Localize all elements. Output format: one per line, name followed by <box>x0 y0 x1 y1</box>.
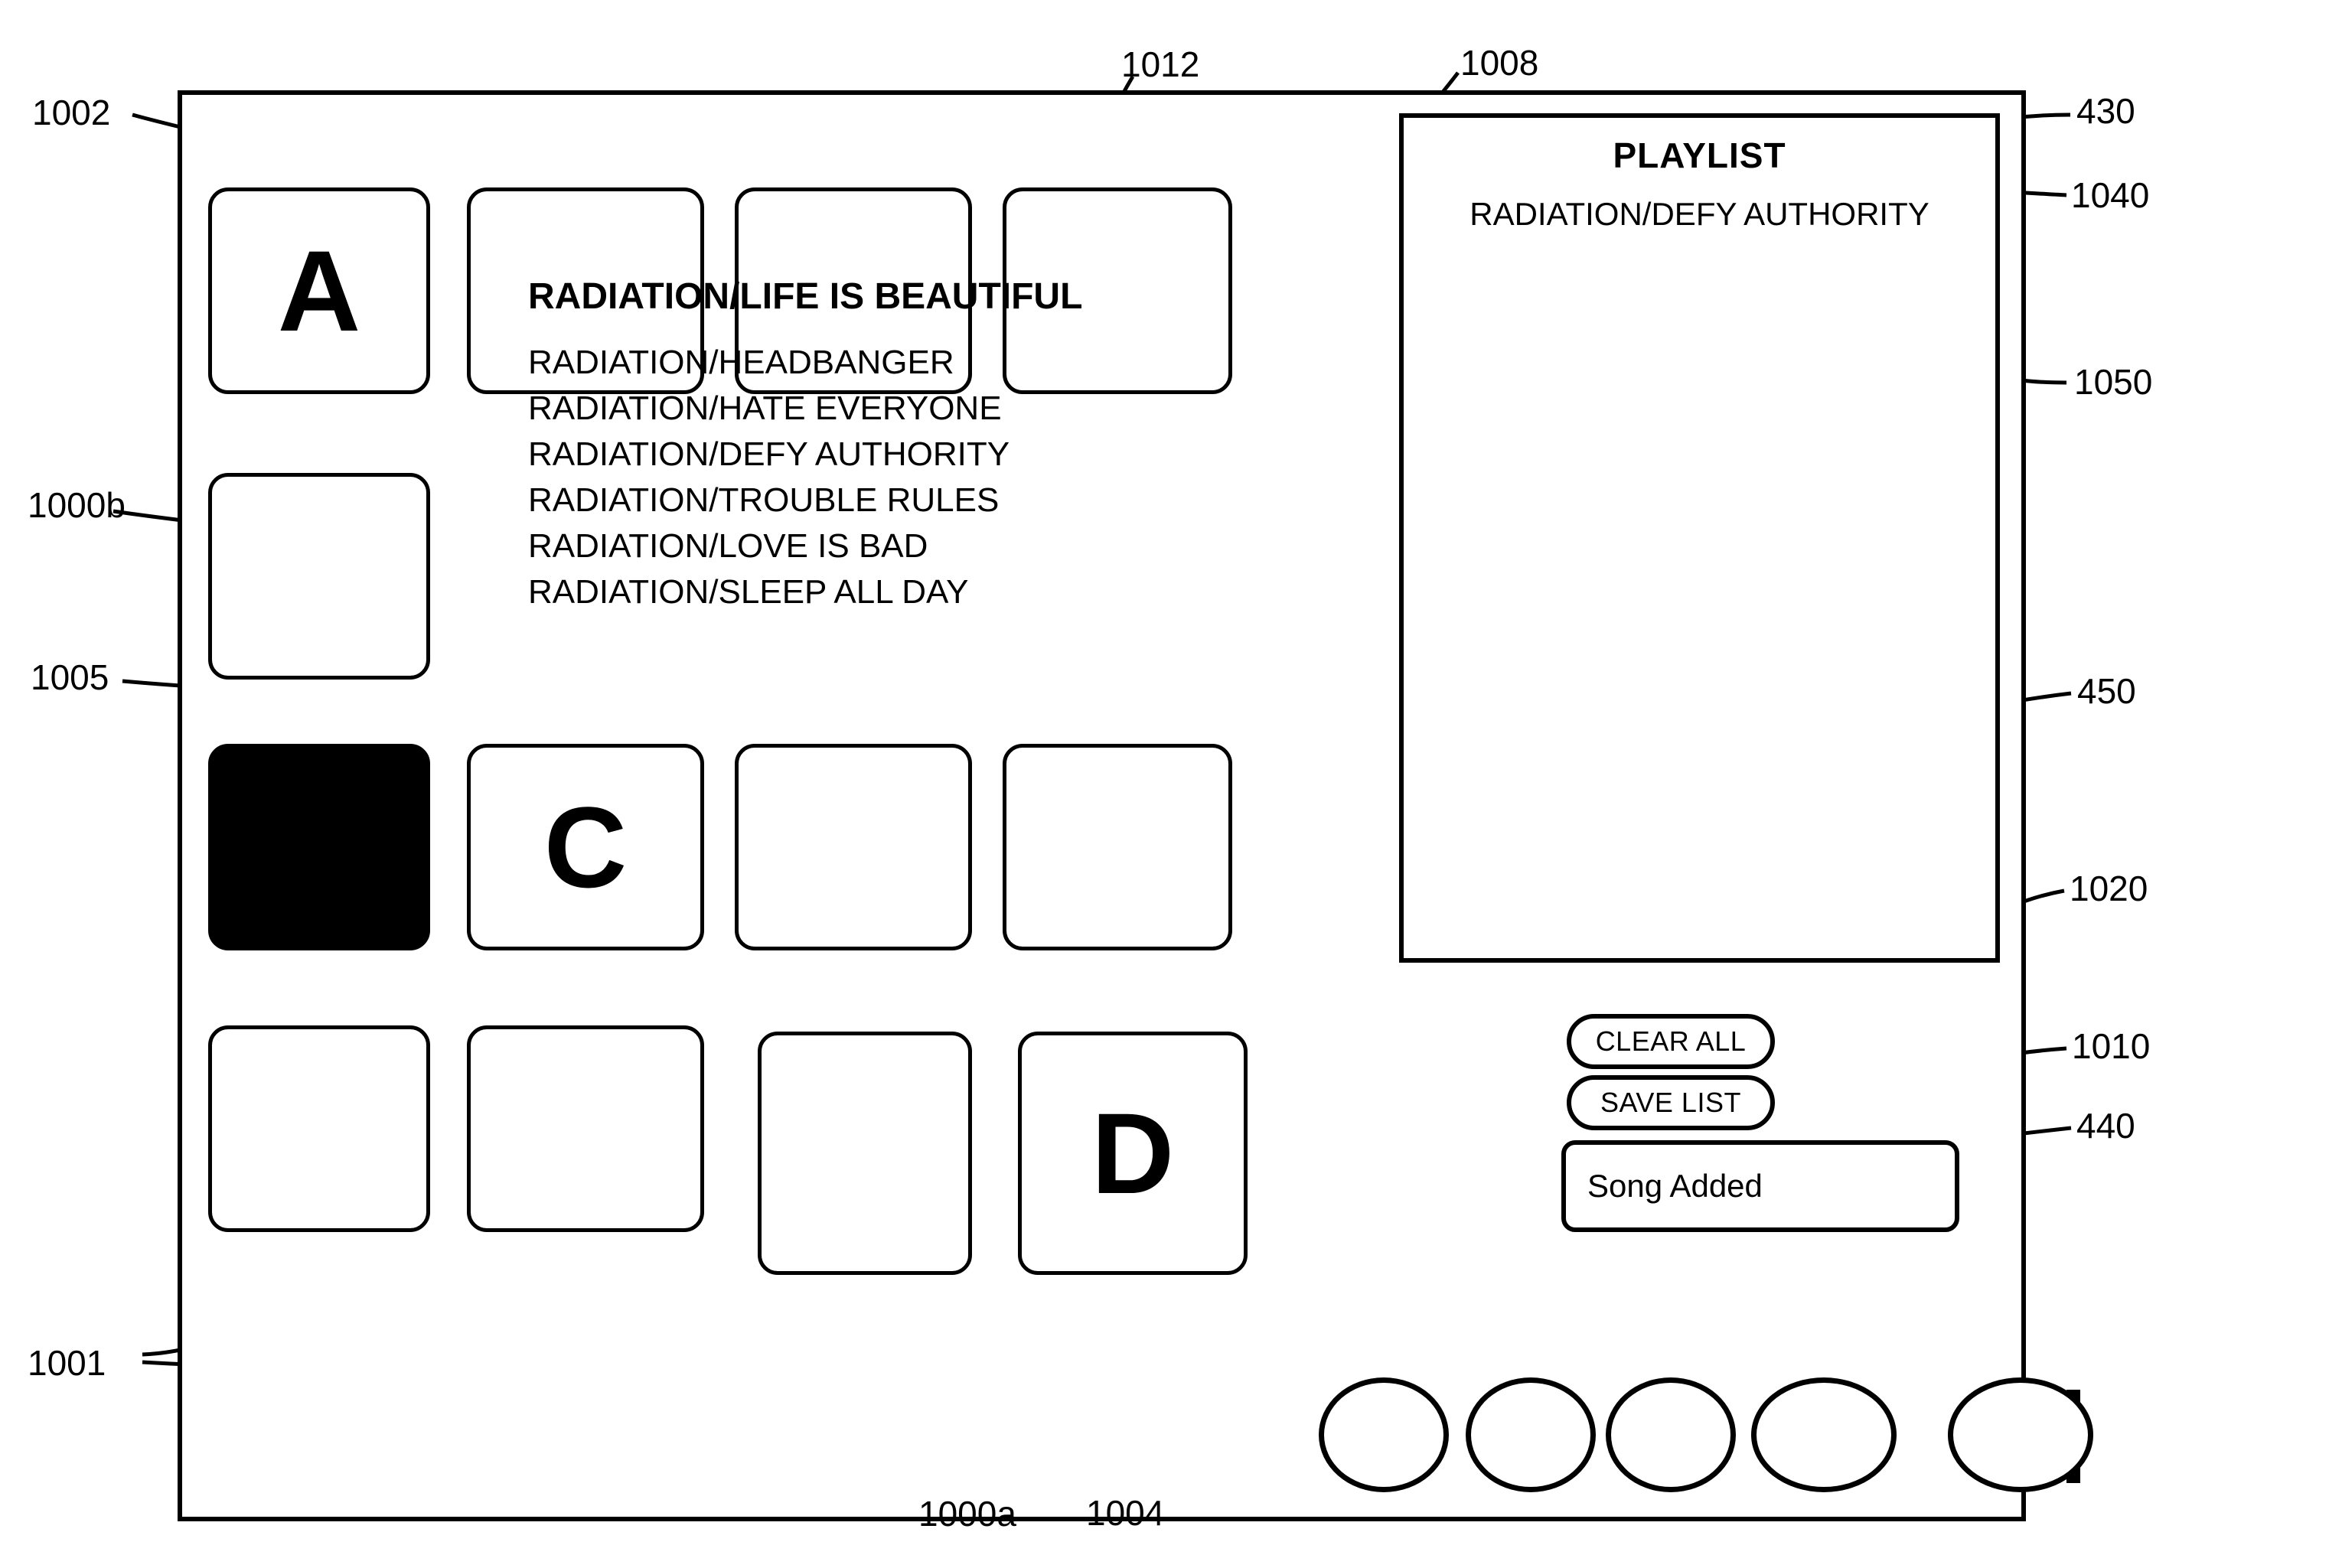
clear-all-label: CLEAR ALL <box>1595 1025 1747 1057</box>
letter-d-icon: D <box>1091 1089 1175 1218</box>
song-list-item-highlighted[interactable]: RADIATION/DEFY AUTHORITY <box>528 435 1064 474</box>
ref-1020: 1020 <box>2070 869 2148 908</box>
stop-button[interactable] <box>1319 1377 1449 1492</box>
song-list-item[interactable]: RADIATION/HEADBANGER <box>528 344 1064 382</box>
clear-all-button[interactable]: CLEAR ALL <box>1567 1014 1775 1069</box>
save-list-label: SAVE LIST <box>1600 1087 1741 1118</box>
ref-1040: 1040 <box>2071 175 2150 215</box>
ref-1004: 1004 <box>1086 1493 1165 1533</box>
tile-three-people[interactable] <box>208 473 430 680</box>
ref-1005: 1005 <box>31 657 109 697</box>
letter-c-icon: C <box>543 783 628 911</box>
ref-1012: 1012 <box>1121 44 1200 84</box>
song-list-item[interactable]: RADIATION/LOVE IS BAD <box>528 527 1064 566</box>
ref-430: 430 <box>2076 91 2135 131</box>
play-button[interactable] <box>1466 1377 1596 1492</box>
ref-1000b: 1000b <box>28 485 126 525</box>
letter-a-icon: A <box>277 227 361 355</box>
tile-letter-d[interactable]: D <box>1018 1032 1248 1275</box>
song-list-item[interactable]: RADIATION/TROUBLE RULES <box>528 481 1064 520</box>
tile-radiation[interactable] <box>758 1032 972 1275</box>
pause-button[interactable] <box>1606 1377 1736 1492</box>
status-message-box: Song Added <box>1561 1140 1959 1232</box>
tile-martini[interactable] <box>1003 744 1232 950</box>
status-message-text: Song Added <box>1587 1168 1763 1204</box>
tile-letter-a[interactable]: A <box>208 187 430 394</box>
playlist-item[interactable]: RADIATION/DEFY AUTHORITY <box>1404 196 1995 233</box>
ref-440: 440 <box>2076 1106 2135 1146</box>
ref-1008: 1008 <box>1460 43 1539 83</box>
ref-450: 450 <box>2077 671 2136 711</box>
song-list-item[interactable]: RADIATION/SLEEP ALL DAY <box>528 573 1064 611</box>
ref-1010: 1010 <box>2072 1026 2151 1066</box>
song-list-item[interactable]: RADIATION/HATE EVERYONE <box>528 390 1064 428</box>
tile-letter-c[interactable]: C <box>467 744 704 950</box>
playlist-panel: PLAYLIST RADIATION/DEFY AUTHORITY <box>1399 113 2000 963</box>
patent-figure: A C D RADIATION/LIFE IS BEAUTIFUL RADIAT… <box>0 0 2329 1568</box>
previous-button[interactable] <box>1751 1377 1897 1492</box>
playlist-title: PLAYLIST <box>1613 135 1786 175</box>
save-list-button[interactable]: SAVE LIST <box>1567 1075 1775 1130</box>
ref-1001: 1001 <box>28 1343 106 1383</box>
ref-1050: 1050 <box>2074 362 2153 402</box>
tile-animal-selected[interactable] <box>208 744 430 950</box>
song-list-popup: RADIATION/LIFE IS BEAUTIFUL RADIATION/HE… <box>528 275 1083 611</box>
tile-lightning[interactable] <box>467 1025 704 1232</box>
ref-1000a: 1000a <box>918 1494 1016 1534</box>
tile-rocket[interactable] <box>735 744 972 950</box>
tile-flower[interactable] <box>208 1025 430 1232</box>
song-list-header: RADIATION/LIFE IS BEAUTIFUL <box>528 276 1083 317</box>
next-button[interactable] <box>1948 1377 2093 1492</box>
ref-1002: 1002 <box>32 93 111 132</box>
